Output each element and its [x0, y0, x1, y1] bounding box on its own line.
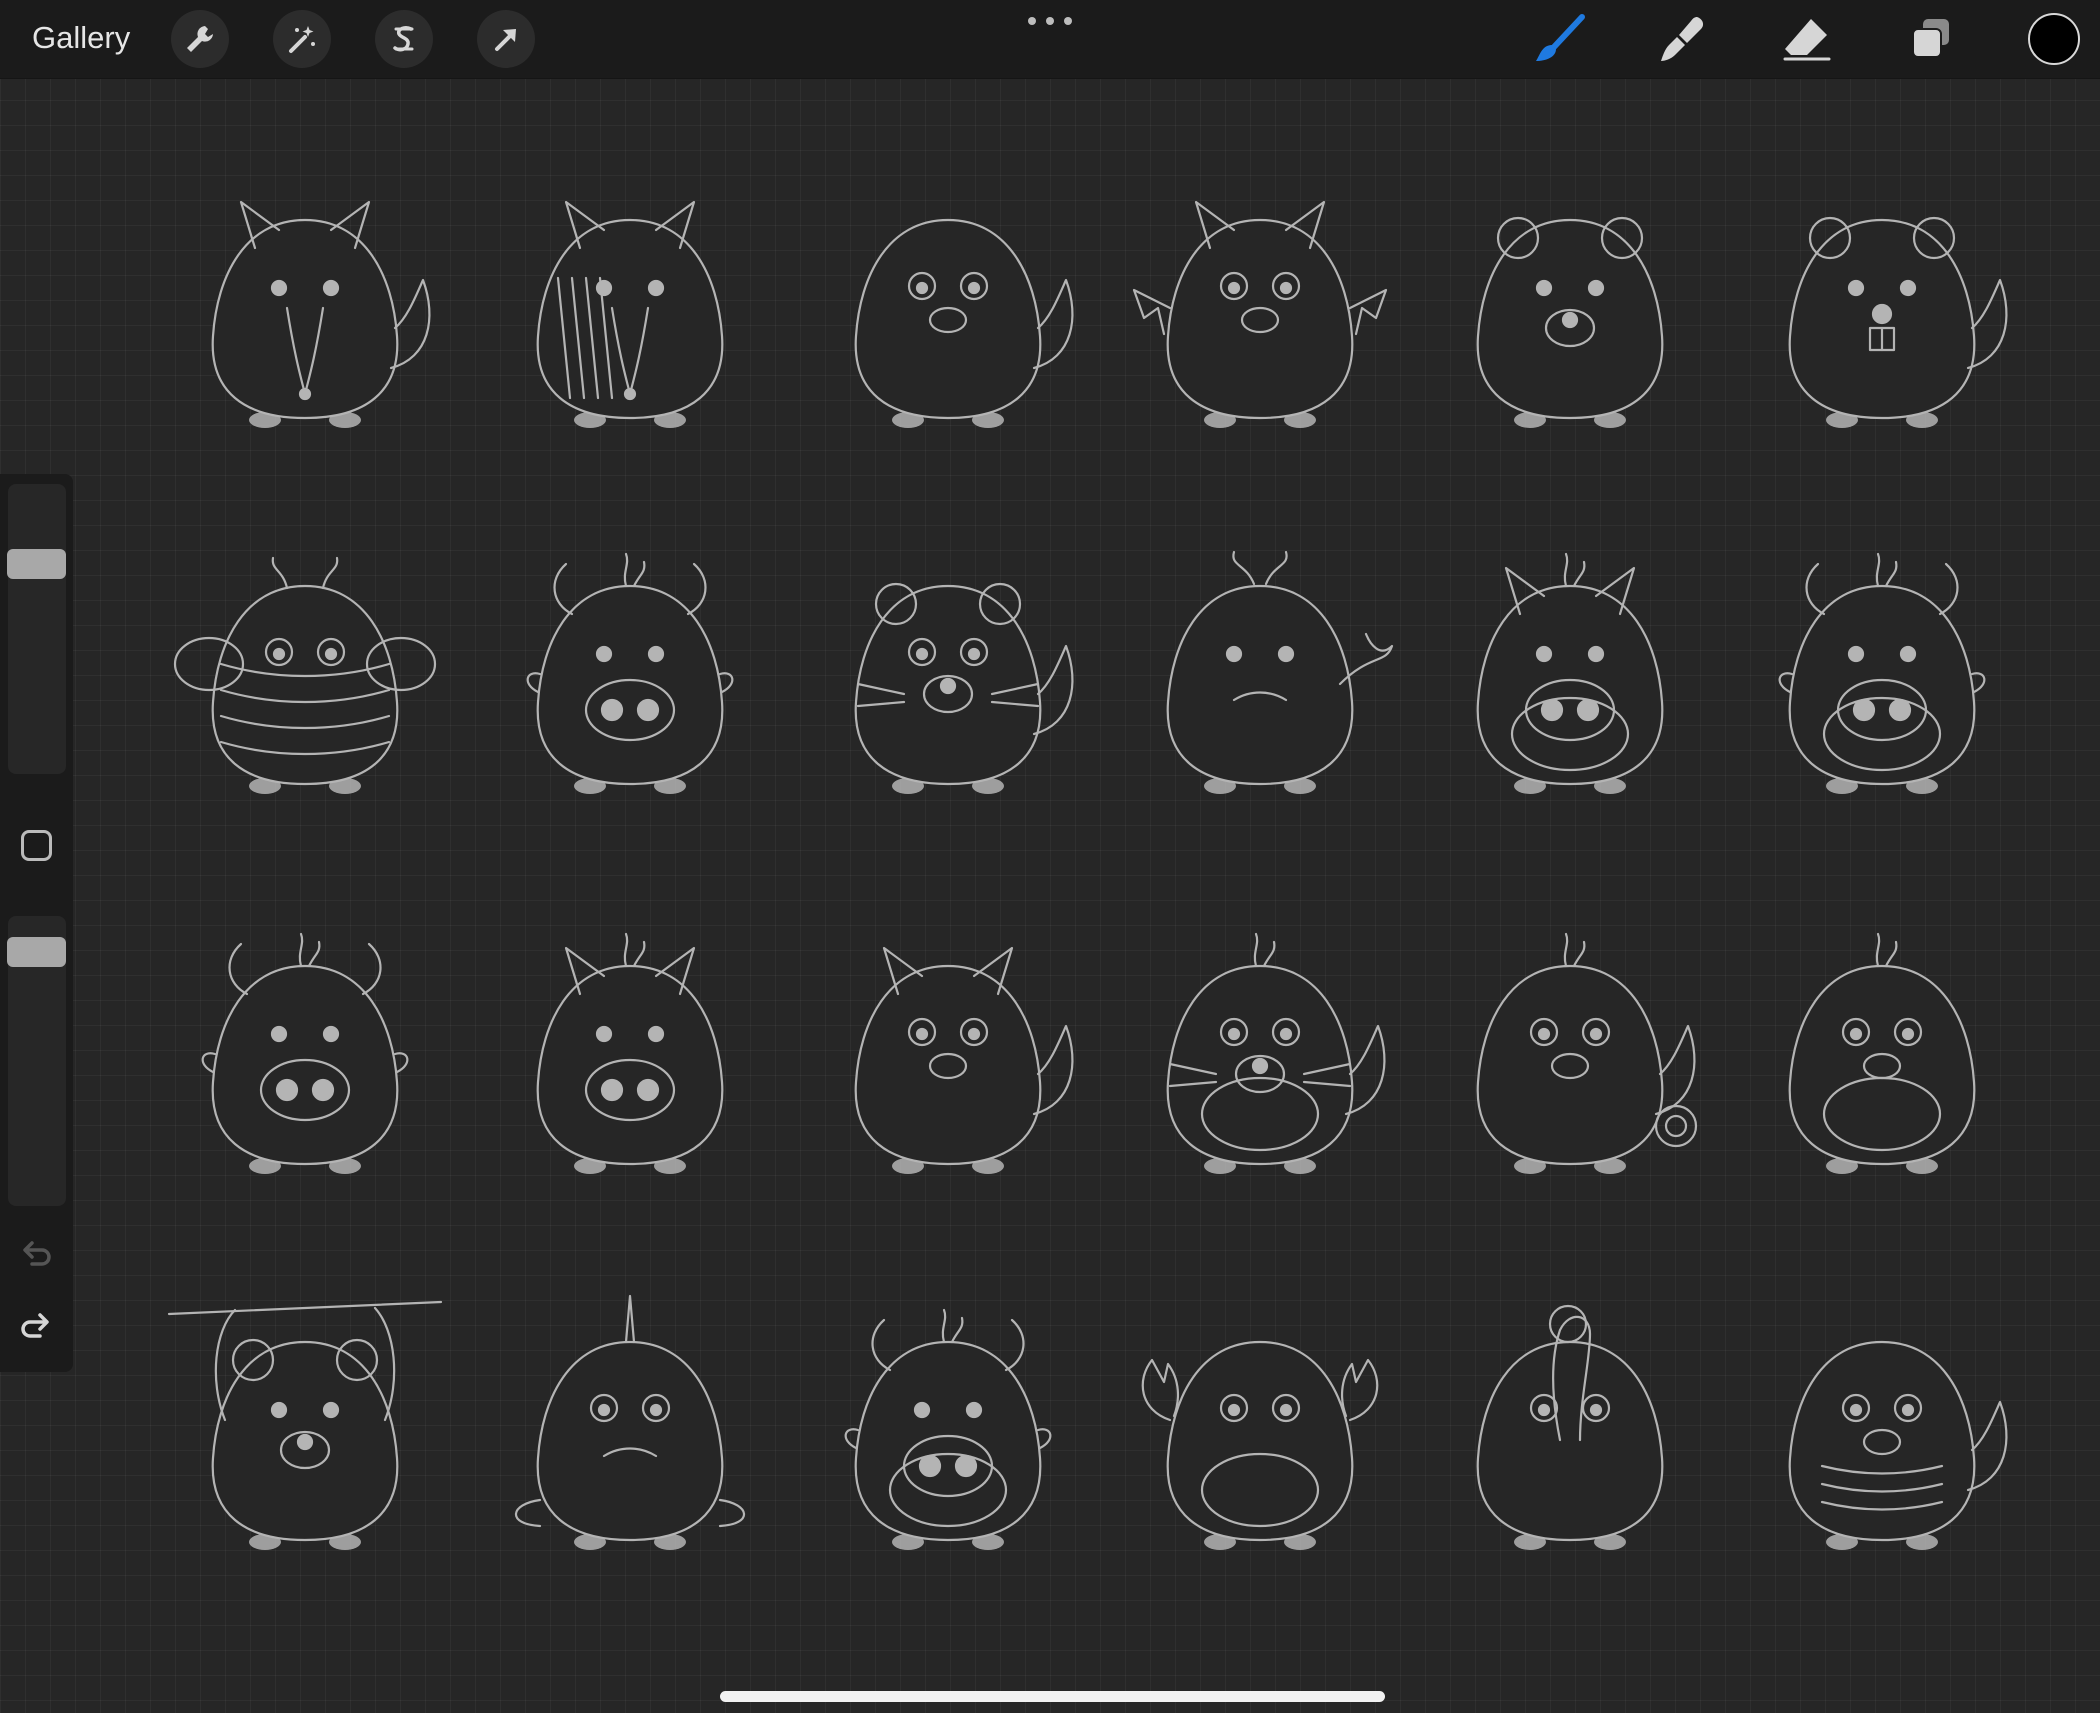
- bull-drawing: [526, 552, 734, 794]
- bat-drawing: [1132, 200, 1388, 428]
- home-indicator: [720, 1691, 1385, 1702]
- ox-drawing: [201, 932, 409, 1174]
- anteater-drawing: [211, 200, 431, 428]
- beaver-drawing: [1788, 216, 2008, 428]
- dot: [1046, 17, 1054, 25]
- flamingo-drawing: [1476, 1304, 1664, 1550]
- wrench-icon: [187, 26, 213, 52]
- dot: [1064, 17, 1072, 25]
- top-toolbar: Gallery: [0, 0, 2100, 79]
- cat-drawing: [854, 582, 1074, 794]
- magic-wand-icon: [289, 26, 315, 53]
- chameleon-drawing: [1476, 932, 1698, 1174]
- transform-arrow-icon: [495, 29, 516, 51]
- layers-button[interactable]: [1901, 10, 1961, 68]
- smudge-icon: [1661, 17, 1704, 61]
- bee-drawing: [173, 556, 437, 794]
- monkey-drawing: [167, 1300, 443, 1550]
- crocodile-drawing: [1788, 1340, 2008, 1550]
- bison-drawing: [844, 1308, 1052, 1550]
- boar-drawing: [1476, 552, 1664, 794]
- eraser-tool-button[interactable]: [1777, 10, 1837, 68]
- smudge-tool-button[interactable]: [1653, 10, 1713, 68]
- whale-drawing: [1166, 550, 1394, 794]
- brush-tool-button[interactable]: [1530, 10, 1590, 68]
- eraser-icon: [1783, 19, 1831, 61]
- crab-drawing: [1141, 1340, 1379, 1550]
- transform-button[interactable]: [477, 10, 535, 68]
- narwhal-drawing: [514, 1294, 746, 1550]
- chick-drawing: [1788, 932, 1976, 1174]
- layers-icon: [1912, 19, 1949, 58]
- selection-icon: [393, 26, 414, 52]
- gallery-button[interactable]: Gallery: [32, 18, 130, 58]
- brush-icon: [1536, 14, 1585, 61]
- walrus-cat-drawing: [1166, 932, 1386, 1174]
- armadillo-drawing: [536, 200, 724, 428]
- color-picker-button[interactable]: [2028, 13, 2080, 65]
- drawing-canvas[interactable]: [0, 78, 2100, 1713]
- more-options-button[interactable]: [1028, 14, 1072, 28]
- camel-drawing: [536, 932, 724, 1174]
- cow-drawing: [1778, 552, 1986, 794]
- bear-drawing: [1476, 216, 1664, 428]
- actions-button[interactable]: [171, 10, 229, 68]
- dot: [1028, 17, 1036, 25]
- fennec-fox-drawing: [854, 946, 1074, 1174]
- selection-button[interactable]: [375, 10, 433, 68]
- adjustments-button[interactable]: [273, 10, 331, 68]
- chipmunk-drawing: [854, 218, 1074, 428]
